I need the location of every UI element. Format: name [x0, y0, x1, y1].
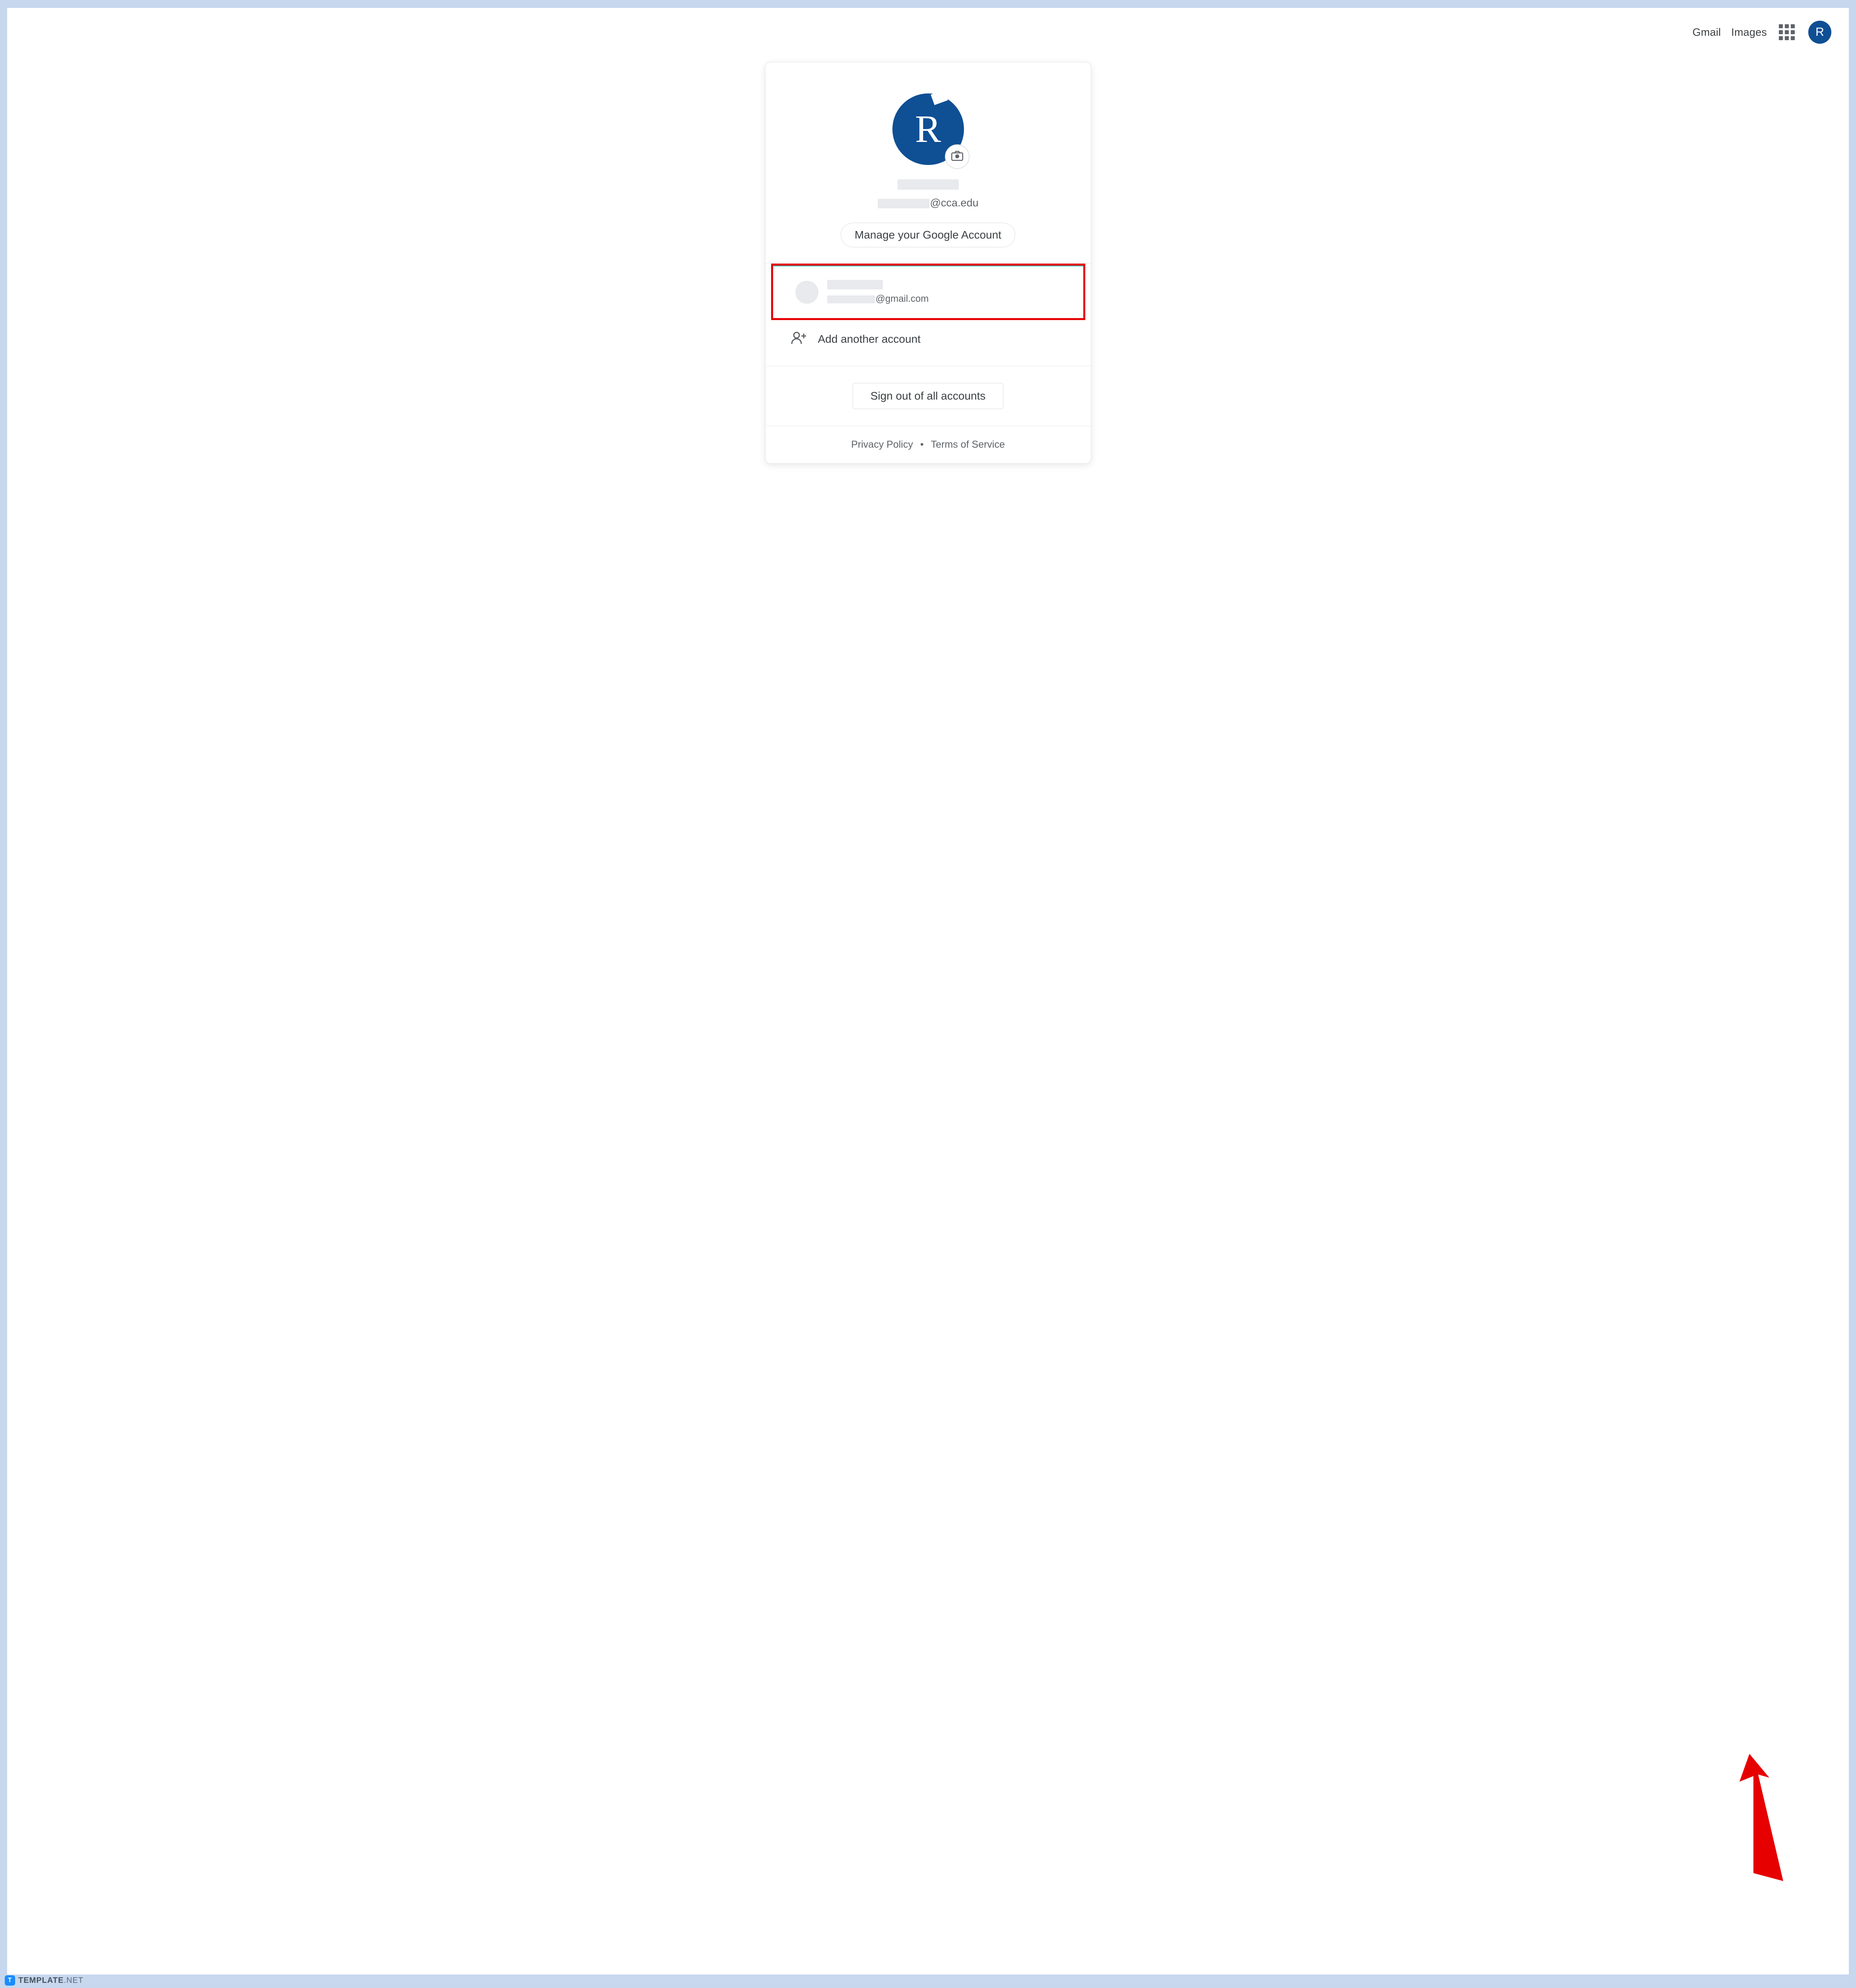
profile-section: R @cca.edu Manage your Google Account [766, 62, 1091, 263]
manage-account-button[interactable]: Manage your Google Account [841, 223, 1015, 247]
redacted-secondary-name [827, 280, 883, 289]
avatar-notch [931, 90, 948, 105]
add-person-icon [791, 331, 807, 347]
email-suffix: @cca.edu [930, 197, 979, 209]
apps-grid-icon[interactable] [1779, 24, 1795, 40]
page-frame: Gmail Images R R [7, 8, 1849, 1974]
watermark-text: TEMPLATE.NET [18, 1976, 84, 1985]
gmail-link[interactable]: Gmail [1693, 26, 1721, 39]
change-photo-button[interactable] [945, 144, 970, 169]
secondary-account-row[interactable]: @gmail.com [773, 266, 1083, 318]
signout-section: Sign out of all accounts [766, 366, 1091, 426]
account-name [777, 179, 1079, 190]
top-bar: Gmail Images R [21, 21, 1835, 44]
redacted-secondary-email-prefix [827, 295, 875, 303]
account-email: @cca.edu [777, 197, 1079, 209]
redacted-name [898, 179, 959, 190]
annotation-arrow [1730, 1754, 1793, 1883]
avatar-initial: R [915, 107, 941, 151]
camera-icon [951, 151, 963, 163]
add-account-label: Add another account [818, 333, 921, 346]
secondary-account-avatar [795, 281, 818, 304]
popover-footer: Privacy Policy • Terms of Service [766, 426, 1091, 463]
annotation-highlight-box: @gmail.com [771, 264, 1085, 320]
terms-of-service-link[interactable]: Terms of Service [931, 439, 1005, 450]
account-avatar-small[interactable]: R [1808, 21, 1831, 44]
redacted-email-prefix [878, 199, 929, 208]
images-link[interactable]: Images [1731, 26, 1767, 39]
secondary-account-email: @gmail.com [827, 293, 929, 305]
secondary-account-text: @gmail.com [827, 280, 929, 305]
dot-separator: • [920, 439, 924, 450]
add-account-row[interactable]: Add another account [766, 320, 1091, 366]
watermark: T TEMPLATE.NET [5, 1975, 84, 1986]
account-popover: R @cca.edu Manage your Google Account [765, 62, 1091, 464]
privacy-policy-link[interactable]: Privacy Policy [851, 439, 913, 450]
watermark-badge: T [5, 1975, 15, 1986]
sign-out-all-button[interactable]: Sign out of all accounts [853, 383, 1004, 409]
secondary-email-suffix: @gmail.com [876, 293, 929, 304]
avatar-container: R [892, 93, 964, 165]
